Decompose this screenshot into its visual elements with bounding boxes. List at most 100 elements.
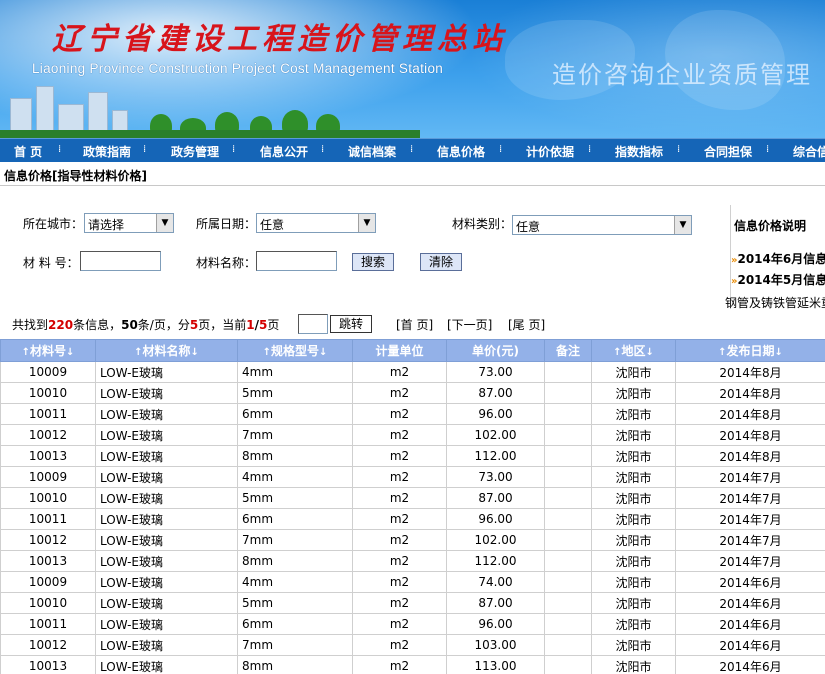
nav-policy-guide[interactable]: 政策指南 <box>83 143 131 160</box>
first-page-link[interactable]: [首 页] <box>396 316 433 333</box>
chevron-down-icon[interactable]: ▼ <box>358 214 375 232</box>
col-spec-header[interactable]: ↑规格型号↓ <box>237 339 353 362</box>
col-remark-cell <box>544 655 592 674</box>
table-row: 10010 LOW-E玻璃 5mm m2 87.00 沈阳市 2014年7月 <box>0 487 825 509</box>
col-unit-cell: m2 <box>352 445 447 467</box>
sort-down-icon[interactable]: ↓ <box>775 347 783 358</box>
sort-down-icon[interactable]: ↓ <box>646 347 654 358</box>
col-region-cell: 沈阳市 <box>591 550 676 572</box>
date-select-value: 任意 <box>260 218 285 232</box>
sort-up-icon[interactable]: ↑ <box>263 347 271 358</box>
nav-comprehensive[interactable]: 综合信 <box>793 143 825 160</box>
table-row: 10011 LOW-E玻璃 6mm m2 96.00 沈阳市 2014年7月 <box>0 508 825 530</box>
col-region-cell: 沈阳市 <box>591 445 676 467</box>
nav-separator-icon: ⁞ <box>677 144 681 155</box>
col-material-name-cell: LOW-E玻璃 <box>95 508 238 530</box>
col-publish-date-cell: 2014年7月 <box>675 466 825 488</box>
col-publish-date-header[interactable]: ↑发布日期↓ <box>675 339 825 362</box>
col-publish-date-cell: 2014年6月 <box>675 571 825 593</box>
col-unit-price-cell: 96.00 <box>446 613 545 635</box>
col-material-name-header[interactable]: ↑材料名称↓ <box>95 339 238 362</box>
col-unit-price-cell: 102.00 <box>446 424 545 446</box>
col-publish-date-cell: 2014年8月 <box>675 403 825 425</box>
page-number-input[interactable] <box>298 314 328 334</box>
col-region-cell: 沈阳市 <box>591 613 676 635</box>
sort-down-icon[interactable]: ↓ <box>191 347 199 358</box>
nav-home[interactable]: 首 页 <box>14 143 42 160</box>
nav-contract-guarantee[interactable]: 合同担保 <box>704 143 752 160</box>
table-row: 10009 LOW-E玻璃 4mm m2 73.00 沈阳市 2014年8月 <box>0 361 825 383</box>
table-row: 10009 LOW-E玻璃 4mm m2 74.00 沈阳市 2014年6月 <box>0 571 825 593</box>
col-material-name-cell: LOW-E玻璃 <box>95 487 238 509</box>
col-unit-price-cell: 73.00 <box>446 361 545 383</box>
col-material-code-cell: 10013 <box>0 655 96 674</box>
col-remark-cell <box>544 613 592 635</box>
col-unit-cell: m2 <box>352 613 447 635</box>
col-unit-price-cell: 96.00 <box>446 508 545 530</box>
clear-button[interactable]: 清除 <box>420 253 462 271</box>
col-unit-cell: m2 <box>352 487 447 509</box>
category-select-value: 任意 <box>516 220 541 234</box>
nav-credit-records[interactable]: 诚信档案 <box>348 143 396 160</box>
col-remark-cell <box>544 361 592 383</box>
column-header-label: 单价(元) <box>472 344 519 358</box>
next-page-link[interactable]: [下一页] <box>447 316 492 333</box>
col-material-code-cell: 10012 <box>0 529 96 551</box>
col-material-name-cell: LOW-E玻璃 <box>95 634 238 656</box>
col-unit-cell: m2 <box>352 550 447 572</box>
price-note-link[interactable]: »2014年5月信息 <box>731 271 825 288</box>
nav-government-affairs[interactable]: 政务管理 <box>171 143 219 160</box>
search-button[interactable]: 搜索 <box>352 253 394 271</box>
col-region-cell: 沈阳市 <box>591 466 676 488</box>
col-spec-cell: 4mm <box>237 361 353 383</box>
column-header-label: 备注 <box>555 344 580 358</box>
nav-info-prices[interactable]: 信息价格 <box>437 143 485 160</box>
col-publish-date-cell: 2014年7月 <box>675 487 825 509</box>
heading-divider <box>0 185 825 186</box>
city-select[interactable]: 请选择 ▼ <box>84 213 174 233</box>
col-material-code-cell: 10010 <box>0 487 96 509</box>
material-code-input[interactable] <box>80 251 161 271</box>
col-material-name-cell: LOW-E玻璃 <box>95 445 238 467</box>
column-header-label: 计量单位 <box>375 344 424 358</box>
col-region-header[interactable]: ↑地区↓ <box>591 339 676 362</box>
table-row: 10012 LOW-E玻璃 7mm m2 102.00 沈阳市 2014年7月 <box>0 529 825 551</box>
scrolling-notice-link[interactable]: 钢管及铸铁管延米重 <box>725 294 825 311</box>
chevron-down-icon[interactable]: ▼ <box>674 216 691 234</box>
nav-pricing-basis[interactable]: 计价依据 <box>526 143 574 160</box>
date-select[interactable]: 任意 ▼ <box>256 213 376 233</box>
col-publish-date-cell: 2014年8月 <box>675 361 825 383</box>
col-spec-cell: 4mm <box>237 571 353 593</box>
nav-separator-icon: ⁞ <box>410 144 414 155</box>
table-row: 10013 LOW-E玻璃 8mm m2 113.00 沈阳市 2014年6月 <box>0 655 825 674</box>
category-select[interactable]: 任意 ▼ <box>512 215 692 235</box>
col-material-name-cell: LOW-E玻璃 <box>95 403 238 425</box>
sort-down-icon[interactable]: ↓ <box>66 347 74 358</box>
col-remark-cell <box>544 634 592 656</box>
col-spec-cell: 8mm <box>237 550 353 572</box>
site-title: 辽宁省建设工程造价管理总站 <box>52 22 507 57</box>
table-row: 10010 LOW-E玻璃 5mm m2 87.00 沈阳市 2014年6月 <box>0 592 825 614</box>
col-spec-cell: 5mm <box>237 592 353 614</box>
sort-up-icon[interactable]: ↑ <box>22 347 30 358</box>
table-row: 10011 LOW-E玻璃 6mm m2 96.00 沈阳市 2014年8月 <box>0 403 825 425</box>
material-name-input[interactable] <box>256 251 337 271</box>
sort-down-icon[interactable]: ↓ <box>319 347 327 358</box>
nav-index-indicators[interactable]: 指数指标 <box>615 143 663 160</box>
col-unit-price-header: 单价(元) <box>446 339 545 362</box>
table-row: 10013 LOW-E玻璃 8mm m2 112.00 沈阳市 2014年8月 <box>0 445 825 467</box>
last-page-link[interactable]: [尾 页] <box>508 316 545 333</box>
col-material-name-cell: LOW-E玻璃 <box>95 571 238 593</box>
chevron-down-icon[interactable]: ▼ <box>156 214 173 232</box>
nav-public-info[interactable]: 信息公开 <box>260 143 308 160</box>
col-material-code-header[interactable]: ↑材料号↓ <box>0 339 96 362</box>
price-note-link[interactable]: »2014年6月信息 <box>731 250 825 267</box>
total-count: 220 <box>48 318 74 332</box>
jump-button[interactable]: 跳转 <box>330 315 372 333</box>
nav-separator-icon: ⁞ <box>321 144 325 155</box>
table-row: 10012 LOW-E玻璃 7mm m2 102.00 沈阳市 2014年8月 <box>0 424 825 446</box>
col-unit-cell: m2 <box>352 382 447 404</box>
col-remark-cell <box>544 571 592 593</box>
banner-grass <box>0 130 420 138</box>
col-remark-header: 备注 <box>544 339 592 362</box>
